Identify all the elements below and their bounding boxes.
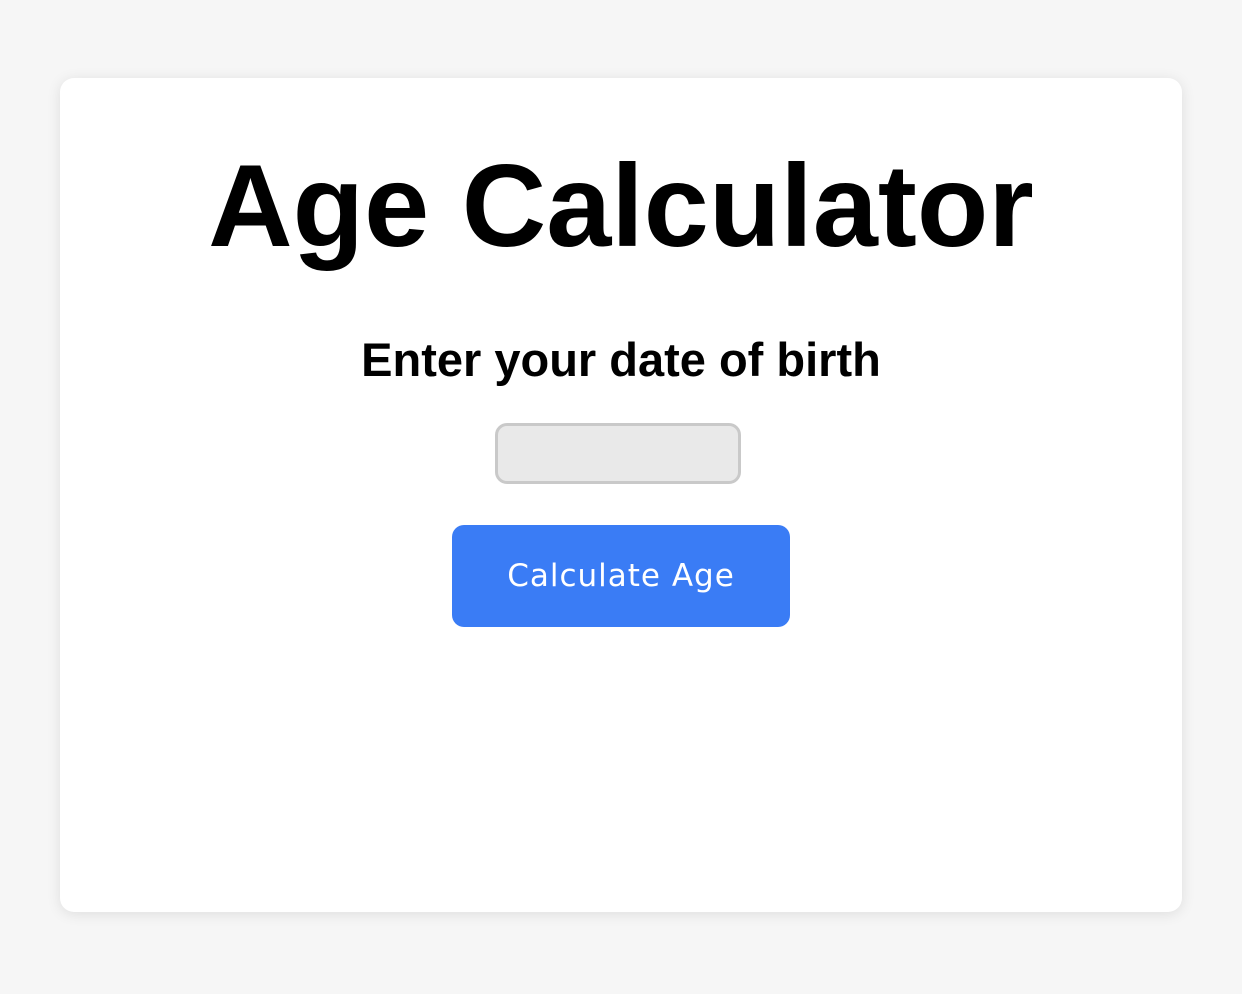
calculate-age-button[interactable]: Calculate Age: [452, 525, 790, 627]
dob-input[interactable]: [495, 423, 741, 484]
result-text: [60, 718, 1182, 754]
dob-prompt-label: Enter your date of birth: [361, 333, 881, 386]
page-title: Age Calculator: [208, 140, 1034, 271]
calculator-card: Age Calculator Enter your date of birth …: [60, 78, 1182, 912]
